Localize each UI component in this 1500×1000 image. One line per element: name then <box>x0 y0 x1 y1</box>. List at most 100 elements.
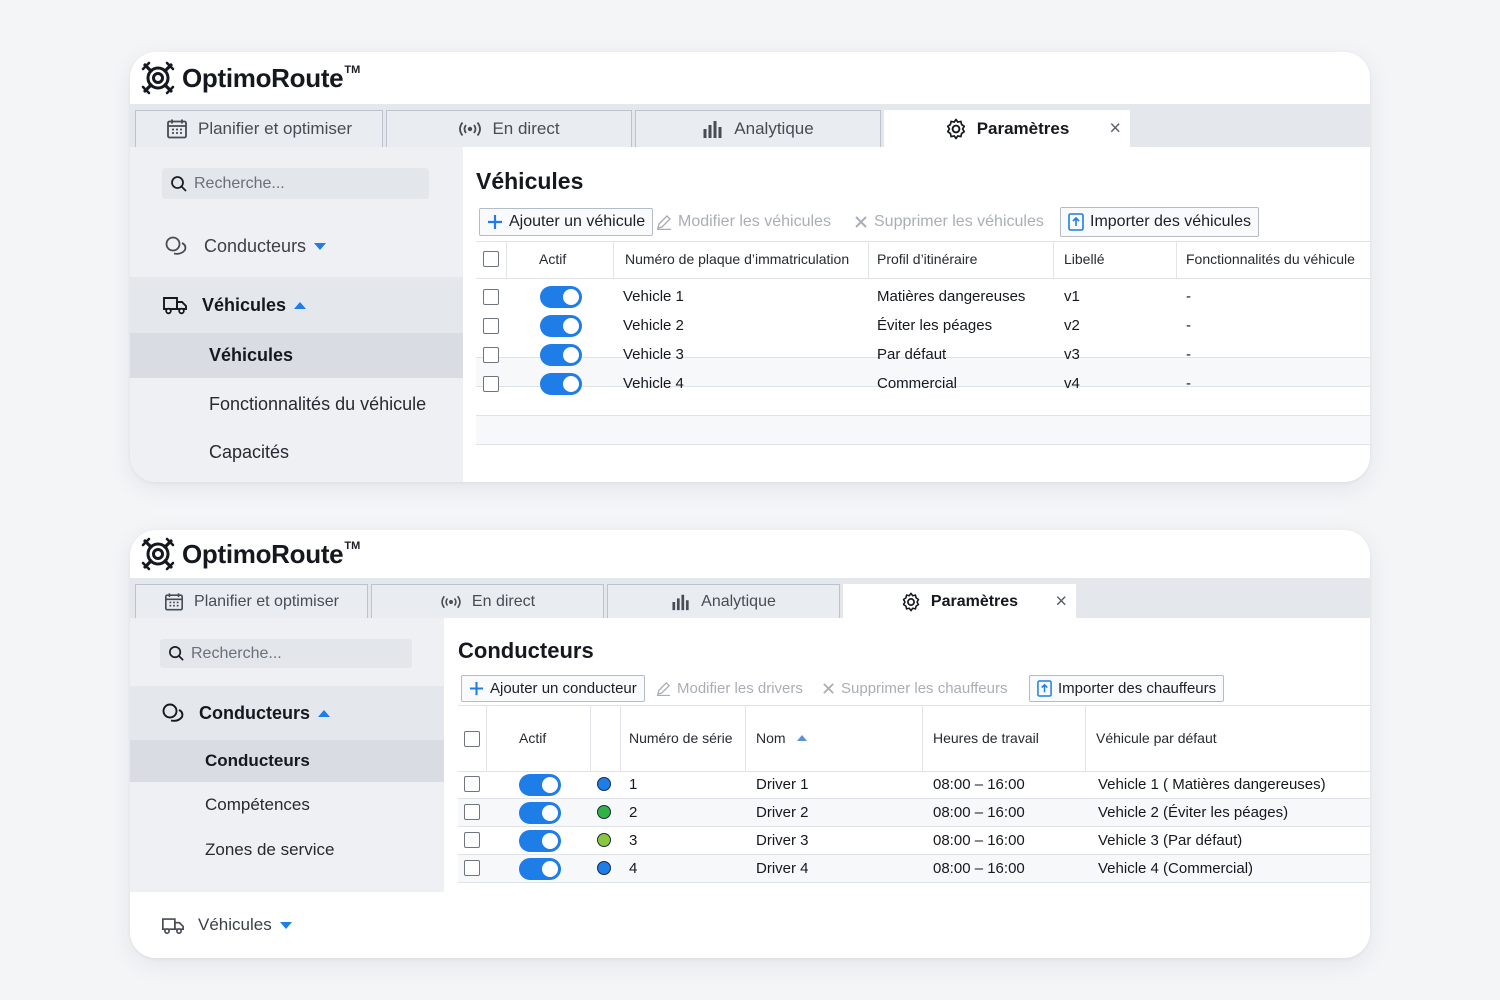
driver-color-dot <box>597 861 611 875</box>
add-vehicle-button[interactable]: Ajouter un véhicule <box>479 208 654 236</box>
sidebar-subitem-vehicles[interactable]: Véhicules <box>130 333 463 378</box>
close-icon[interactable]: × <box>1109 118 1121 141</box>
sidebar-item-label: Conducteurs <box>199 702 311 723</box>
plus-icon <box>488 215 502 229</box>
column-header-route-profile[interactable]: Profil d’itinéraire <box>877 251 977 267</box>
column-divider <box>922 705 923 771</box>
column-header-features[interactable]: Fonctionnalités du véhicule <box>1186 251 1355 267</box>
drivers-settings-window: OptimoRoute TM Planifier et optimiser En… <box>130 530 1370 958</box>
sidebar-item-drivers[interactable]: Conducteurs <box>130 221 463 271</box>
sort-ascending-icon[interactable] <box>797 735 807 741</box>
edit-vehicles-label: Modifier les véhicules <box>678 213 831 230</box>
active-toggle[interactable] <box>540 286 582 308</box>
column-divider <box>486 705 487 771</box>
column-divider <box>613 241 614 278</box>
column-divider <box>590 705 591 771</box>
row-checkbox[interactable] <box>464 776 480 792</box>
table-row[interactable] <box>476 416 1370 444</box>
row-checkbox[interactable] <box>464 804 480 820</box>
row-checkbox[interactable] <box>483 347 499 363</box>
row-checkbox[interactable] <box>483 318 499 334</box>
sidebar-subitem-vehicle-features[interactable]: Fonctionnalités du véhicule <box>130 382 463 426</box>
driver-default-vehicle: Vehicle 1 ( Matières dangereuses) <box>1098 776 1326 793</box>
row-checkbox[interactable] <box>464 860 480 876</box>
driver-working-hours: 08:00 – 16:00 <box>933 832 1025 849</box>
row-checkbox[interactable] <box>483 376 499 392</box>
driver-color-dot <box>597 777 611 791</box>
sidebar-item-vehicles[interactable]: Véhicules <box>130 892 444 958</box>
active-toggle[interactable] <box>519 774 561 796</box>
driver-working-hours: 08:00 – 16:00 <box>933 776 1025 793</box>
column-header-default-vehicle[interactable]: Véhicule par défaut <box>1096 730 1217 746</box>
row-checkbox[interactable] <box>483 289 499 305</box>
edit-drivers-button[interactable]: Modifier les drivers <box>649 675 810 702</box>
edit-vehicles-button[interactable]: Modifier les véhicules <box>649 208 838 236</box>
sidebar-subitem-label: Conducteurs <box>205 751 310 770</box>
tab-label: Paramètres <box>976 119 1070 138</box>
sidebar-item-vehicles[interactable]: Véhicules <box>130 277 463 333</box>
sidebar-subitem-drivers[interactable]: Conducteurs <box>130 740 444 782</box>
driver-serial: 2 <box>629 804 638 821</box>
column-header-active[interactable]: Actif <box>539 251 566 267</box>
active-toggle[interactable] <box>519 830 561 852</box>
search-input[interactable]: Recherche... <box>160 639 412 668</box>
driver-color-dot <box>597 833 611 847</box>
column-header-working-hours[interactable]: Heures de travail <box>933 730 1039 746</box>
column-divider <box>868 241 869 278</box>
import-vehicles-button[interactable]: Importer des véhicules <box>1060 207 1259 237</box>
sidebar-item-drivers[interactable]: Conducteurs <box>130 686 444 740</box>
column-header-label[interactable]: Libellé <box>1064 251 1104 267</box>
chevron-down-icon <box>279 921 292 929</box>
main-tabbar: Planifier et optimiser En direct Analyti… <box>130 104 1370 147</box>
settings-sidebar: Recherche... Conducteurs Conducteurs Com… <box>130 618 444 958</box>
close-icon <box>823 683 834 694</box>
row-checkbox[interactable] <box>464 832 480 848</box>
tab-plan-optimize[interactable]: Planifier et optimiser <box>135 584 368 618</box>
tab-analytics[interactable]: Analytique <box>607 584 840 618</box>
search-input[interactable]: Recherche... <box>162 168 429 199</box>
optimoroute-logo-icon <box>141 537 175 571</box>
column-header-plate[interactable]: Numéro de plaque d’immatriculation <box>625 251 849 267</box>
active-toggle[interactable] <box>540 373 582 395</box>
delete-vehicles-button[interactable]: Supprimer les véhicules <box>847 208 1051 236</box>
sidebar-subitem-skills[interactable]: Compétences <box>130 784 444 826</box>
tab-settings[interactable]: Paramètres × <box>884 110 1130 147</box>
sidebar-subitem-service-zones[interactable]: Zones de service <box>130 829 444 871</box>
column-header-serial[interactable]: Numéro de série <box>629 730 733 746</box>
column-header-active[interactable]: Actif <box>519 730 546 746</box>
import-drivers-label: Importer des chauffeurs <box>1058 680 1217 697</box>
import-drivers-button[interactable]: Importer des chauffeurs <box>1029 675 1225 702</box>
tab-analytics[interactable]: Analytique <box>635 110 881 147</box>
tab-live[interactable]: En direct <box>371 584 604 618</box>
driver-working-hours: 08:00 – 16:00 <box>933 860 1025 877</box>
brand-name: OptimoRoute <box>182 62 344 93</box>
vehicle-label: v3 <box>1064 346 1080 363</box>
driver-name: Driver 4 <box>756 860 809 877</box>
active-toggle[interactable] <box>540 344 582 366</box>
vehicles-settings-window: OptimoRoute TM Planifier et optimiser En… <box>130 52 1370 482</box>
close-icon[interactable]: × <box>1055 590 1067 613</box>
active-toggle[interactable] <box>519 858 561 880</box>
sidebar-subitem-label: Véhicules <box>209 345 294 365</box>
tab-label: Planifier et optimiser <box>194 592 339 610</box>
tab-settings[interactable]: Paramètres × <box>843 584 1076 618</box>
add-driver-label: Ajouter un conducteur <box>490 680 637 697</box>
delete-drivers-button[interactable]: Supprimer les chauffeurs <box>815 675 1014 702</box>
active-toggle[interactable] <box>540 315 582 337</box>
select-all-checkbox[interactable] <box>483 251 499 267</box>
vehicle-label: v1 <box>1064 288 1080 305</box>
tab-plan-optimize[interactable]: Planifier et optimiser <box>135 110 383 147</box>
add-driver-button[interactable]: Ajouter un conducteur <box>461 675 645 702</box>
vehicle-route-profile: Éviter les péages <box>877 317 993 334</box>
column-header-name[interactable]: Nom <box>756 730 786 746</box>
delete-drivers-label: Supprimer les chauffeurs <box>841 680 1008 697</box>
select-all-checkbox[interactable] <box>464 731 480 747</box>
gear-icon <box>946 118 965 140</box>
tab-live[interactable]: En direct <box>386 110 632 147</box>
sidebar-subitem-capacities[interactable]: Capacités <box>130 430 463 474</box>
active-toggle[interactable] <box>519 802 561 824</box>
vehicle-features: - <box>1186 346 1191 363</box>
drivers-main-panel: Conducteurs Ajouter un conducteur Modifi… <box>444 618 1370 958</box>
drivers-icon <box>165 236 187 255</box>
sidebar-item-label: Véhicules <box>202 294 287 315</box>
